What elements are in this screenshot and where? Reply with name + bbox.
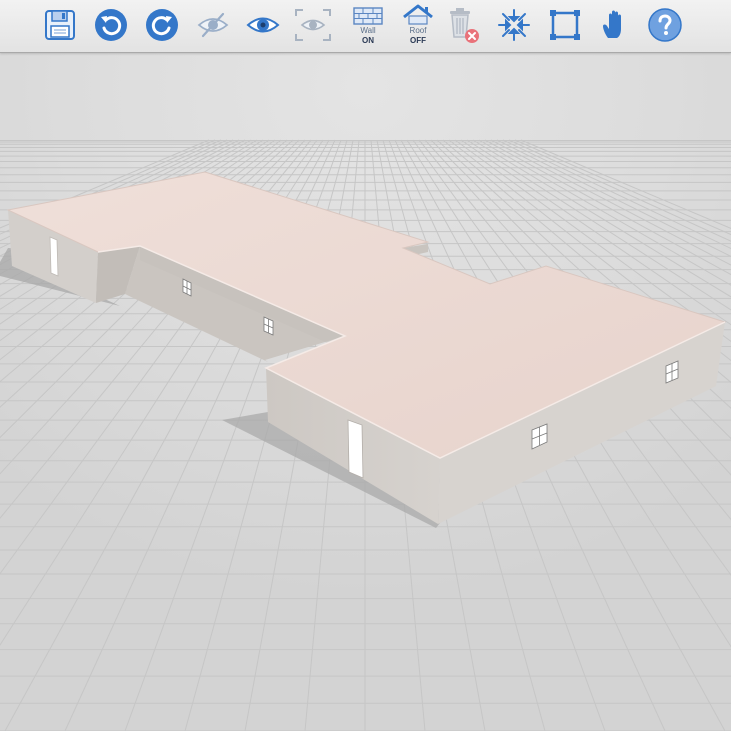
toolbar: Wall ON Roof OFF [0, 0, 731, 53]
arrows-inward-icon [498, 9, 530, 41]
help-button[interactable] [643, 3, 687, 47]
question-mark-icon [648, 8, 682, 42]
door-front[interactable] [347, 419, 364, 479]
roof-toggle-label: Roof [409, 26, 427, 35]
3d-viewport[interactable] [0, 53, 731, 731]
focus-view-button[interactable] [291, 3, 335, 47]
wall-toggle-label: Wall [360, 26, 376, 35]
hide-button[interactable] [191, 3, 235, 47]
scene-canvas[interactable] [0, 53, 731, 731]
select-area-button[interactable] [543, 3, 587, 47]
redo-arrow-icon [146, 9, 178, 41]
pan-button[interactable] [593, 3, 637, 47]
selection-square-icon [550, 10, 580, 40]
wall-toggle-state: ON [362, 36, 374, 45]
undo-button[interactable] [89, 3, 133, 47]
delete-button[interactable] [440, 3, 484, 47]
floppy-disk-icon [45, 10, 75, 40]
roof-toggle-state: OFF [410, 36, 426, 45]
trash-can-icon [450, 8, 479, 43]
roof-toggle-button[interactable]: Roof OFF [396, 3, 440, 47]
shrink-button[interactable] [492, 3, 536, 47]
eye-frame-icon [295, 9, 331, 41]
brick-wall-icon [353, 7, 383, 25]
hand-icon [603, 10, 621, 38]
door-left[interactable] [49, 236, 59, 277]
save-button[interactable] [38, 3, 82, 47]
house-roof-icon [403, 4, 433, 25]
redo-button[interactable] [140, 3, 184, 47]
wall-toggle-button[interactable]: Wall ON [346, 3, 390, 47]
undo-arrow-icon [95, 9, 127, 41]
eye-icon [246, 17, 280, 33]
show-button[interactable] [241, 3, 285, 47]
eye-slash-icon [197, 12, 229, 38]
